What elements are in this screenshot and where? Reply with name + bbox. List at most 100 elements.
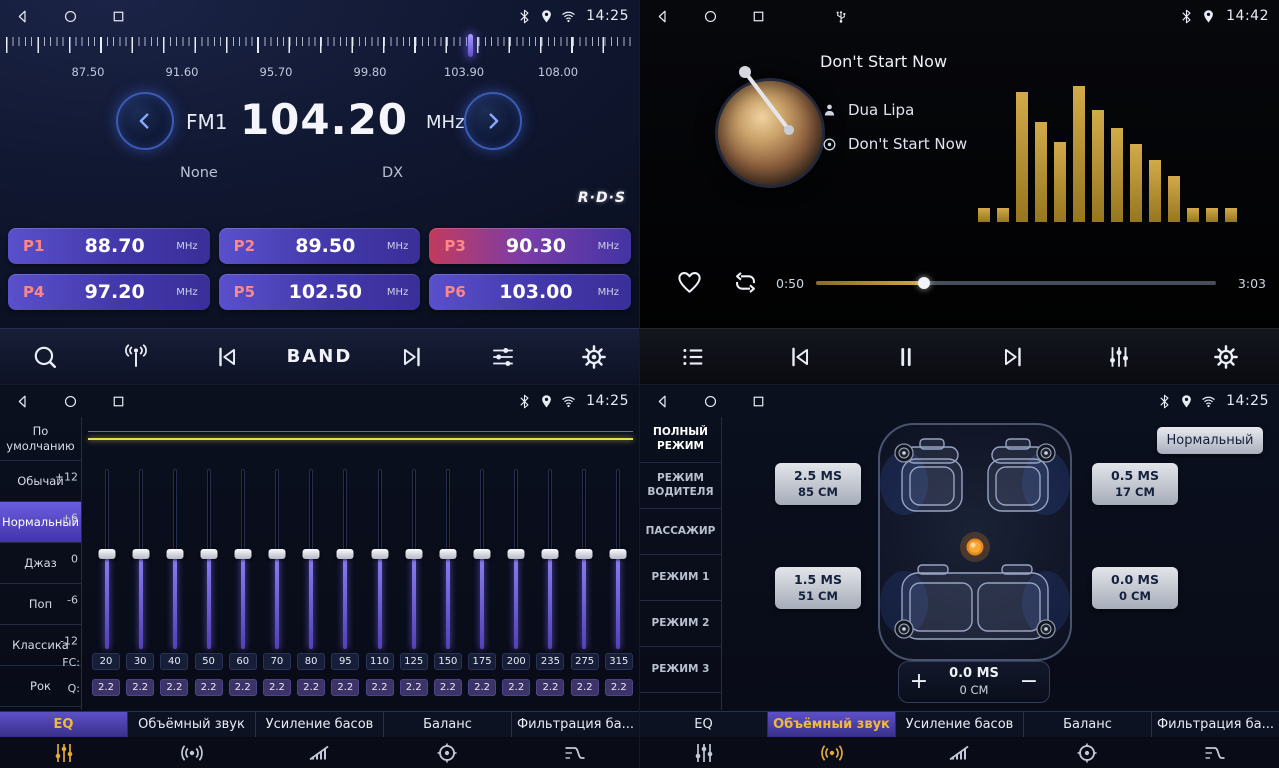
preset-p1[interactable]: P1 88.70 MHz: [8, 228, 210, 264]
eq-slider-handle[interactable]: [201, 549, 218, 559]
tab-eq[interactable]: EQ: [640, 712, 768, 737]
tab-filter-button[interactable]: [1151, 737, 1279, 768]
eq-slider-handle[interactable]: [235, 549, 252, 559]
delay-front-right[interactable]: 0.5 MS 17 CM: [1092, 463, 1178, 505]
eq-band-slider[interactable]: [194, 469, 224, 649]
mode-1[interactable]: РЕЖИМ 1: [640, 555, 721, 601]
delay-front-left[interactable]: 2.5 MS 85 CM: [775, 463, 861, 505]
equalizer-button[interactable]: [1088, 344, 1150, 370]
eq-slider-handle[interactable]: [609, 549, 626, 559]
next-station-button[interactable]: [381, 344, 443, 370]
mode-2[interactable]: РЕЖИМ 2: [640, 601, 721, 647]
seek-down-button[interactable]: [116, 92, 174, 150]
tab-filter[interactable]: Фильтрация ба...: [1152, 712, 1279, 737]
delay-decrease-button[interactable]: −: [1009, 662, 1049, 702]
eq-band-slider[interactable]: [228, 469, 258, 649]
next-track-button[interactable]: [982, 344, 1044, 370]
tab-filter-button[interactable]: [511, 737, 639, 768]
equalizer-button[interactable]: [472, 344, 534, 370]
rear-bench-seat[interactable]: [902, 565, 1048, 639]
eq-band-slider[interactable]: [569, 469, 599, 649]
delay-rear-left[interactable]: 1.5 MS 51 CM: [775, 567, 861, 609]
eq-slider-handle[interactable]: [269, 549, 286, 559]
tab-bass-boost-button[interactable]: [256, 737, 384, 768]
tab-eq-button[interactable]: [640, 737, 768, 768]
broadcast-button[interactable]: [105, 344, 167, 370]
tab-filter[interactable]: Фильтрация ба...: [512, 712, 639, 737]
previous-station-button[interactable]: [196, 344, 258, 370]
tab-balance[interactable]: Баланс: [1024, 712, 1152, 737]
eq-band-slider[interactable]: [467, 469, 497, 649]
eq-band-slider[interactable]: [603, 469, 633, 649]
eq-band-slider[interactable]: [330, 469, 360, 649]
eq-band-slider[interactable]: [433, 469, 463, 649]
position-preset-button[interactable]: Нормальный: [1157, 427, 1263, 454]
eq-slider-handle[interactable]: [405, 549, 422, 559]
eq-slider-handle[interactable]: [473, 549, 490, 559]
eq-slider-handle[interactable]: [167, 549, 184, 559]
recents-button[interactable]: [750, 8, 767, 25]
recents-button[interactable]: [750, 393, 767, 410]
favorite-button[interactable]: [676, 269, 703, 296]
eq-band-slider[interactable]: [262, 469, 292, 649]
eq-slider-handle[interactable]: [303, 549, 320, 559]
eq-band-slider[interactable]: [501, 469, 531, 649]
mode-driver[interactable]: РЕЖИМ ВОДИТЕЛЯ: [640, 463, 721, 509]
home-button[interactable]: [62, 393, 79, 410]
delay-rear-right[interactable]: 0.0 MS 0 CM: [1092, 567, 1178, 609]
tab-balance-button[interactable]: [383, 737, 511, 768]
recents-button[interactable]: [110, 393, 127, 410]
eq-slider-handle[interactable]: [337, 549, 354, 559]
mode-passenger[interactable]: ПАССАЖИР: [640, 509, 721, 555]
listening-position-dot[interactable]: [960, 532, 990, 562]
eq-band-slider[interactable]: [535, 469, 565, 649]
eq-slider-handle[interactable]: [541, 549, 558, 559]
tab-balance[interactable]: Баланс: [384, 712, 512, 737]
home-button[interactable]: [702, 393, 719, 410]
eq-slider-handle[interactable]: [99, 549, 116, 559]
eq-band-slider[interactable]: [365, 469, 395, 649]
eq-band-slider[interactable]: [296, 469, 326, 649]
home-button[interactable]: [702, 8, 719, 25]
tab-eq-button[interactable]: [0, 737, 128, 768]
band-button[interactable]: BAND: [287, 346, 353, 367]
delay-increase-button[interactable]: +: [899, 662, 939, 702]
eq-slider-handle[interactable]: [371, 549, 388, 559]
tuner-scale[interactable]: 87.50 91.60 95.70 99.80 103.90 108.00: [0, 34, 639, 82]
recents-button[interactable]: [110, 8, 127, 25]
preset-p5[interactable]: P5 102.50 MHz: [219, 274, 421, 310]
preset-p6[interactable]: P6 103.00 MHz: [429, 274, 631, 310]
preset-p2[interactable]: P2 89.50 MHz: [219, 228, 421, 264]
back-button[interactable]: [654, 393, 671, 410]
home-button[interactable]: [62, 8, 79, 25]
playlist-button[interactable]: [662, 344, 724, 370]
tab-eq[interactable]: EQ: [0, 712, 128, 737]
preset-p3[interactable]: P3 90.30 MHz: [429, 228, 631, 264]
seek-up-button[interactable]: [464, 92, 522, 150]
back-button[interactable]: [14, 8, 31, 25]
previous-track-button[interactable]: [769, 344, 831, 370]
tab-bass-boost-button[interactable]: [896, 737, 1024, 768]
mode-full[interactable]: ПОЛНЫЙ РЕЖИМ: [640, 417, 721, 463]
tab-surround[interactable]: Объёмный звук: [128, 712, 256, 737]
settings-button[interactable]: [1195, 344, 1257, 370]
back-button[interactable]: [14, 393, 31, 410]
eq-preset-default[interactable]: По умолчанию: [0, 417, 81, 461]
mode-3[interactable]: РЕЖИМ 3: [640, 647, 721, 693]
progress-slider[interactable]: [816, 281, 1216, 285]
eq-band-slider[interactable]: [92, 469, 122, 649]
eq-band-slider[interactable]: [160, 469, 190, 649]
tab-surround-button[interactable]: [768, 737, 896, 768]
eq-slider-handle[interactable]: [575, 549, 592, 559]
eq-slider-handle[interactable]: [133, 549, 150, 559]
tab-bass-boost[interactable]: Усиление басов: [256, 712, 384, 737]
back-button[interactable]: [654, 8, 671, 25]
pause-button[interactable]: [875, 344, 937, 370]
progress-thumb[interactable]: [918, 277, 930, 289]
repeat-button[interactable]: [732, 269, 759, 296]
tab-surround-button[interactable]: [128, 737, 256, 768]
tab-surround[interactable]: Объёмный звук: [768, 712, 896, 737]
eq-slider-handle[interactable]: [507, 549, 524, 559]
eq-band-slider[interactable]: [399, 469, 429, 649]
eq-band-slider[interactable]: [126, 469, 156, 649]
